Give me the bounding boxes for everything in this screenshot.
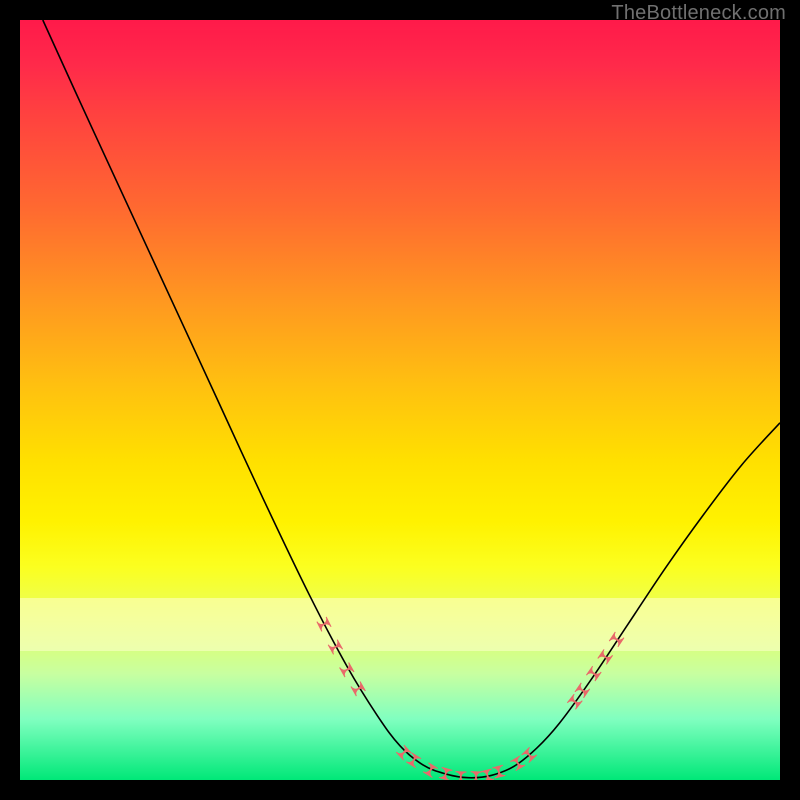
bottleneck-curve xyxy=(43,20,780,778)
chart-frame: TheBottleneck.com xyxy=(0,0,800,800)
data-marker xyxy=(317,617,331,631)
chart-svg xyxy=(20,20,780,780)
plot-area xyxy=(20,20,780,780)
data-marker xyxy=(470,772,481,780)
data-marker xyxy=(510,756,525,771)
data-marker xyxy=(396,745,411,760)
data-marker xyxy=(328,640,342,655)
data-marker xyxy=(439,767,452,780)
